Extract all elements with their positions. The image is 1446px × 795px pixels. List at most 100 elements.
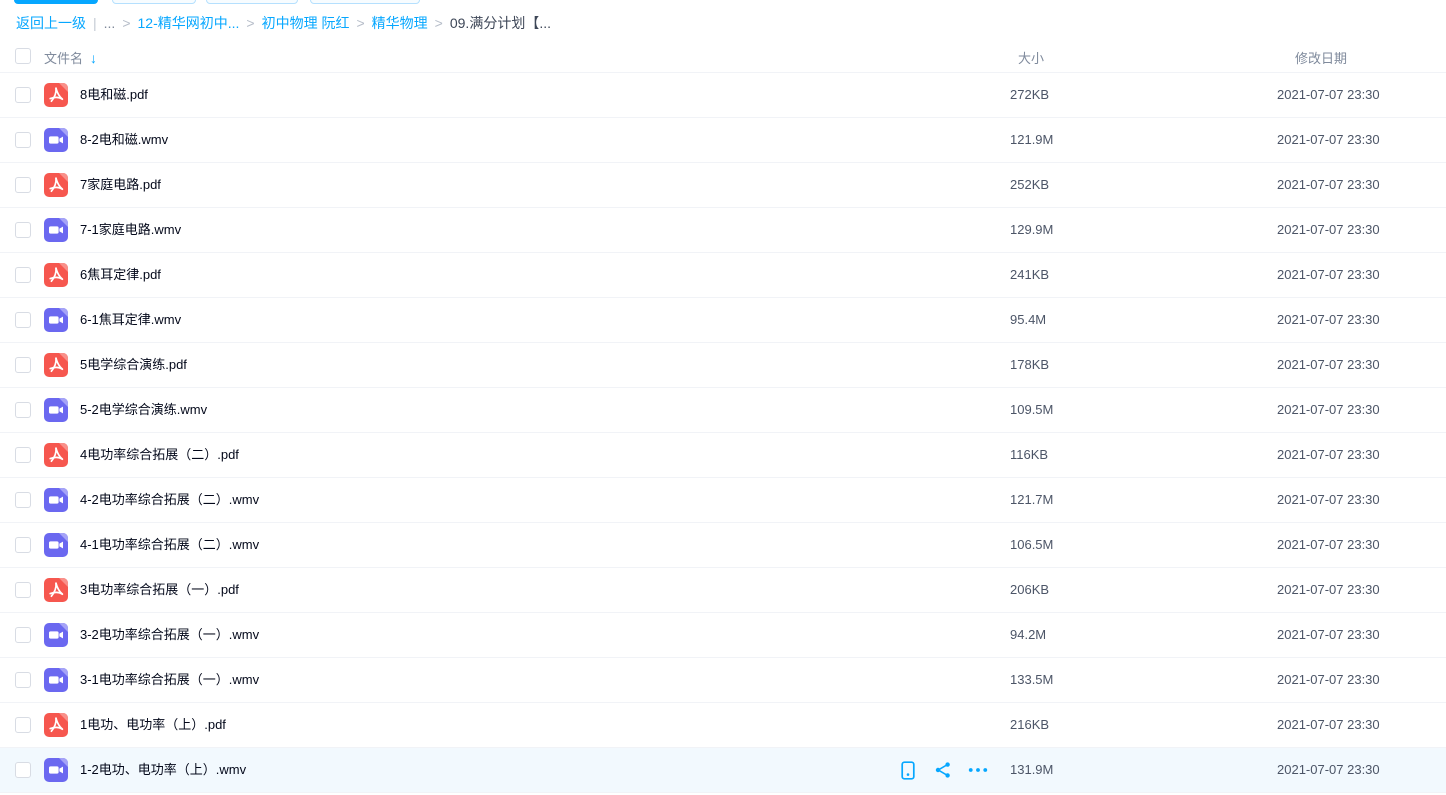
share-icon[interactable] xyxy=(933,760,953,780)
file-name-link[interactable]: 8-2电和磁.wmv xyxy=(80,118,168,162)
file-name-link[interactable]: 3-2电功率综合拓展（一）.wmv xyxy=(80,613,259,657)
file-name-link[interactable]: 4-1电功率综合拓展（二）.wmv xyxy=(80,523,259,567)
file-name-link[interactable]: 7家庭电路.pdf xyxy=(80,163,161,207)
file-row[interactable]: 6-1焦耳定律.wmv 95.4M 2021-07-07 23:30 xyxy=(0,298,1446,343)
breadcrumb-separator: > xyxy=(356,15,364,31)
row-checkbox[interactable] xyxy=(15,627,31,643)
pdf-file-icon xyxy=(44,353,68,377)
file-name-link[interactable]: 3电功率综合拓展（一）.pdf xyxy=(80,568,239,612)
column-header-name[interactable]: 文件名↓ xyxy=(44,48,97,67)
file-row[interactable]: 4-1电功率综合拓展（二）.wmv 106.5M 2021-07-07 23:3… xyxy=(0,523,1446,568)
breadcrumb-back-link[interactable]: 返回上一级 xyxy=(16,15,86,31)
select-all-checkbox[interactable] xyxy=(15,48,31,64)
toolbar-button-primary[interactable] xyxy=(14,0,98,4)
file-date: 2021-07-07 23:30 xyxy=(1277,703,1380,747)
file-name-link[interactable]: 1-2电功、电功率（上）.wmv xyxy=(80,748,246,792)
pdf-glyph xyxy=(44,263,68,287)
breadcrumb-separator: > xyxy=(435,15,443,31)
row-checkbox[interactable] xyxy=(15,672,31,688)
file-date: 2021-07-07 23:30 xyxy=(1277,478,1380,522)
file-size: 241KB xyxy=(1010,253,1049,297)
row-checkbox[interactable] xyxy=(15,177,31,193)
row-checkbox[interactable] xyxy=(15,357,31,373)
video-glyph xyxy=(44,533,68,557)
row-checkbox[interactable] xyxy=(15,402,31,418)
file-row[interactable]: 5电学综合演练.pdf 178KB 2021-07-07 23:30 xyxy=(0,343,1446,388)
column-header-size[interactable]: 大小 xyxy=(1018,48,1044,67)
save-to-device-icon[interactable] xyxy=(898,760,918,780)
file-row[interactable]: 5-2电学综合演练.wmv 109.5M 2021-07-07 23:30 xyxy=(0,388,1446,433)
more-actions-icon[interactable] xyxy=(968,760,988,780)
pdf-glyph xyxy=(44,443,68,467)
row-checkbox[interactable] xyxy=(15,537,31,553)
breadcrumb: 返回上一级|...>12-精华网初中...>初中物理 阮红>精华物理>09.满分… xyxy=(16,14,551,32)
file-row[interactable]: 7家庭电路.pdf 252KB 2021-07-07 23:30 xyxy=(0,163,1446,208)
toolbar-button-secondary[interactable] xyxy=(310,0,420,4)
file-row[interactable]: 1-2电功、电功率（上）.wmv 131.9M 2021-07-07 23:30 xyxy=(0,748,1446,793)
breadcrumb-separator: > xyxy=(122,15,130,31)
row-checkbox[interactable] xyxy=(15,447,31,463)
pdf-glyph xyxy=(44,173,68,197)
file-name-link[interactable]: 7-1家庭电路.wmv xyxy=(80,208,181,252)
file-name-link[interactable]: 6-1焦耳定律.wmv xyxy=(80,298,181,342)
toolbar-button-secondary[interactable] xyxy=(206,0,298,4)
row-checkbox[interactable] xyxy=(15,492,31,508)
breadcrumb-collapsed[interactable]: ... xyxy=(104,15,116,31)
file-date: 2021-07-07 23:30 xyxy=(1277,343,1380,387)
video-glyph xyxy=(44,758,68,782)
file-row[interactable]: 7-1家庭电路.wmv 129.9M 2021-07-07 23:30 xyxy=(0,208,1446,253)
video-file-icon xyxy=(44,128,68,152)
video-file-icon xyxy=(44,398,68,422)
file-date: 2021-07-07 23:30 xyxy=(1277,523,1380,567)
file-date: 2021-07-07 23:30 xyxy=(1277,658,1380,702)
file-row[interactable]: 4-2电功率综合拓展（二）.wmv 121.7M 2021-07-07 23:3… xyxy=(0,478,1446,523)
pdf-file-icon xyxy=(44,443,68,467)
row-checkbox[interactable] xyxy=(15,87,31,103)
file-row[interactable]: 8-2电和磁.wmv 121.9M 2021-07-07 23:30 xyxy=(0,118,1446,163)
file-name-link[interactable]: 4-2电功率综合拓展（二）.wmv xyxy=(80,478,259,522)
file-name-link[interactable]: 5电学综合演练.pdf xyxy=(80,343,187,387)
file-name-link[interactable]: 3-1电功率综合拓展（一）.wmv xyxy=(80,658,259,702)
file-row[interactable]: 3-2电功率综合拓展（一）.wmv 94.2M 2021-07-07 23:30 xyxy=(0,613,1446,658)
row-checkbox[interactable] xyxy=(15,762,31,778)
breadcrumb-item[interactable]: 12-精华网初中... xyxy=(138,15,240,31)
row-checkbox[interactable] xyxy=(15,132,31,148)
row-checkbox[interactable] xyxy=(15,312,31,328)
toolbar-button-secondary[interactable] xyxy=(112,0,196,4)
row-checkbox[interactable] xyxy=(15,222,31,238)
file-row[interactable]: 3电功率综合拓展（一）.pdf 206KB 2021-07-07 23:30 xyxy=(0,568,1446,613)
file-name-link[interactable]: 4电功率综合拓展（二）.pdf xyxy=(80,433,239,477)
pdf-file-icon xyxy=(44,713,68,737)
breadcrumb-item[interactable]: 初中物理 阮红 xyxy=(262,15,350,31)
file-row[interactable]: 1电功、电功率（上）.pdf 216KB 2021-07-07 23:30 xyxy=(0,703,1446,748)
file-name-link[interactable]: 1电功、电功率（上）.pdf xyxy=(80,703,226,747)
column-header-date[interactable]: 修改日期 xyxy=(1295,48,1347,67)
file-size: 106.5M xyxy=(1010,523,1053,567)
row-checkbox[interactable] xyxy=(15,717,31,733)
file-name-link[interactable]: 5-2电学综合演练.wmv xyxy=(80,388,207,432)
video-glyph xyxy=(44,308,68,332)
file-row[interactable]: 8电和磁.pdf 272KB 2021-07-07 23:30 xyxy=(0,73,1446,118)
video-file-icon xyxy=(44,218,68,242)
video-glyph xyxy=(44,668,68,692)
breadcrumb-item[interactable]: 精华物理 xyxy=(372,15,428,31)
pdf-file-icon xyxy=(44,578,68,602)
file-size: 95.4M xyxy=(1010,298,1046,342)
video-file-icon xyxy=(44,488,68,512)
file-row[interactable]: 4电功率综合拓展（二）.pdf 116KB 2021-07-07 23:30 xyxy=(0,433,1446,478)
pdf-file-icon xyxy=(44,173,68,197)
file-row[interactable]: 6焦耳定律.pdf 241KB 2021-07-07 23:30 xyxy=(0,253,1446,298)
sort-desc-icon[interactable]: ↓ xyxy=(90,50,97,66)
video-glyph xyxy=(44,623,68,647)
file-size: 252KB xyxy=(1010,163,1049,207)
file-name-link[interactable]: 6焦耳定律.pdf xyxy=(80,253,161,297)
row-checkbox[interactable] xyxy=(15,267,31,283)
breadcrumb-current: 09.满分计划【... xyxy=(450,15,551,31)
file-date: 2021-07-07 23:30 xyxy=(1277,73,1380,117)
pdf-file-icon xyxy=(44,83,68,107)
pdf-glyph xyxy=(44,83,68,107)
file-name-link[interactable]: 8电和磁.pdf xyxy=(80,73,148,117)
video-file-icon xyxy=(44,623,68,647)
row-checkbox[interactable] xyxy=(15,582,31,598)
file-row[interactable]: 3-1电功率综合拓展（一）.wmv 133.5M 2021-07-07 23:3… xyxy=(0,658,1446,703)
